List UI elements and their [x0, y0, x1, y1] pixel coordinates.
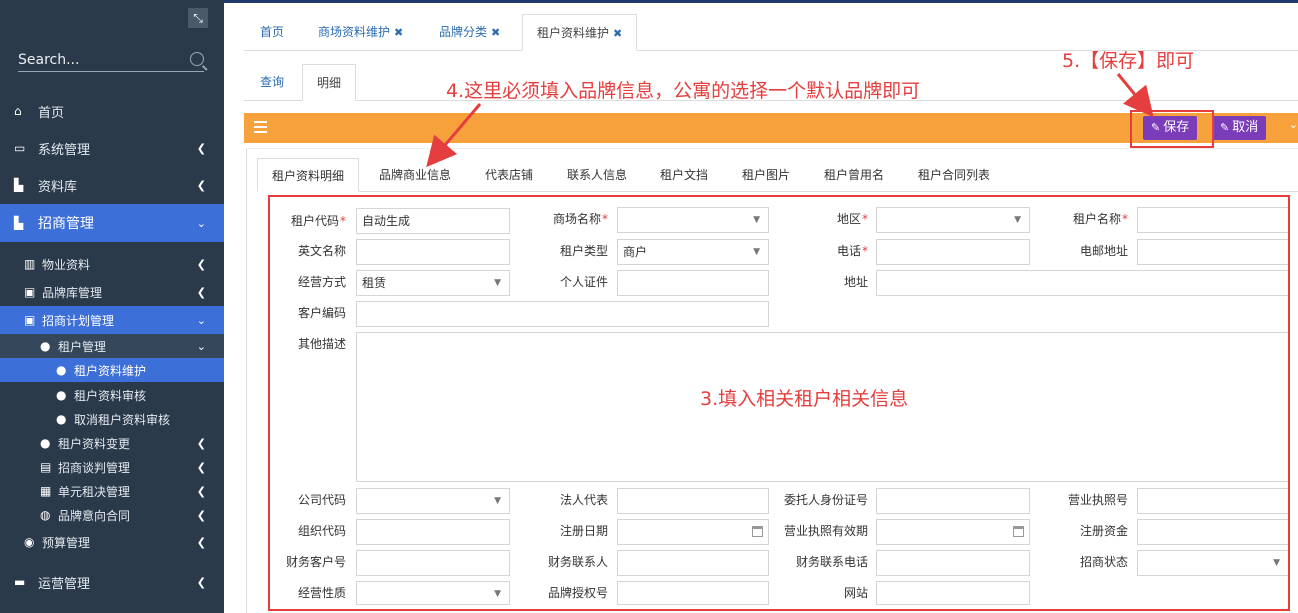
arrow-to-save [1116, 73, 1154, 118]
annotation-arrows [426, 73, 1154, 168]
arrow-to-brand-tab [426, 103, 482, 168]
